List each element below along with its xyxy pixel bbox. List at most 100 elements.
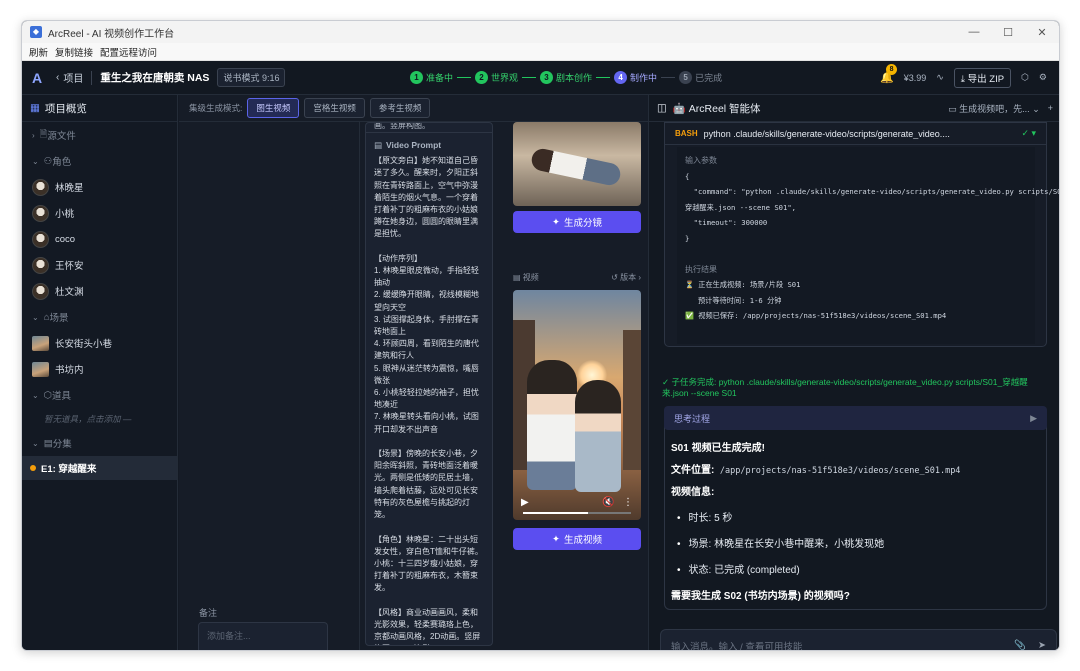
follow-up-question: 需要我生成 S02 (书坊内场景) 的视频吗? (671, 591, 850, 602)
minimize-icon[interactable]: — (957, 26, 991, 39)
episode-workspace: 集级生成模式: 图生视频 宫格生视频 参考生视频 备注 添加备注... 画。竖屏… (179, 95, 648, 650)
notes-textarea[interactable]: 添加备注... (198, 622, 328, 650)
step-number: 1 (410, 71, 423, 84)
message-icon: ▭ (948, 103, 960, 114)
sidebar-item-character[interactable]: 王怀安 (22, 252, 177, 278)
section-episodes[interactable]: ⌄ ▤ 分集 (22, 430, 177, 456)
button-label: 生成分镜 (563, 218, 602, 229)
step-connector (661, 77, 676, 78)
export-zip-button[interactable]: ⤓ 导出 ZIP (953, 67, 1012, 88)
input-params-json: { "command": "python .claude/skills/gene… (685, 171, 1059, 243)
step-label: 剧本创作 (556, 73, 593, 83)
character-name: coco (55, 233, 76, 245)
maximize-icon[interactable]: ☐ (991, 26, 1025, 39)
film-icon: ▤ (43, 437, 53, 449)
sidebar-item-scene[interactable]: 长安街头小巷 (22, 330, 177, 356)
settings-gear-icon[interactable]: ⚙ (1039, 72, 1047, 83)
film-icon: ▤ (374, 140, 383, 150)
sidebar-item-character[interactable]: 杜文渊 (22, 278, 177, 304)
expand-icon: ▶ (1030, 412, 1037, 423)
activity-icon[interactable]: ∿ (936, 72, 944, 83)
thinking-toggle[interactable]: 思考过程 ▶ (664, 406, 1047, 430)
menu-remote-access[interactable]: 配置远程访问 (100, 45, 157, 59)
storyboard-figure (529, 146, 623, 188)
panel-toggle-icon[interactable]: ◫ (657, 102, 667, 114)
video-prompt-text[interactable]: 【原文旁白】她不知道自己昏迷了多久。醒来时，夕阳正斜照在青砖路面上，空气中弥漫着… (366, 155, 492, 645)
sidebar-item-character[interactable]: coco (22, 226, 177, 252)
back-to-projects-button[interactable]: ‹ 项目 (56, 70, 83, 85)
step-number: 5 (679, 71, 693, 84)
mode-grid-to-video-button[interactable]: 宫格生视频 (304, 98, 365, 118)
segment-info-column: 备注 添加备注... (187, 122, 360, 650)
tool-call-header[interactable]: BASH python .claude/skills/generate-vide… (665, 123, 1046, 145)
button-label: 生成视频 (563, 535, 602, 546)
step-script[interactable]: 3 剧本创作 (540, 71, 592, 84)
menu-copy-link[interactable]: 复制链接 (55, 45, 93, 59)
sidebar-item-scene[interactable]: 书坊内 (22, 356, 177, 382)
sidebar-item-character[interactable]: 林晚星 (22, 174, 177, 200)
step-connector (596, 77, 611, 78)
media-column: ✦ 生成分镜 ▤ 视频 ↺ 版本 › ▶ 🔇 ⋮ ✦ 生成视频 (511, 122, 643, 650)
chat-input[interactable]: 输入消息。输入 / 查看可用技能 📎 ➤ (660, 629, 1057, 651)
more-options-icon[interactable]: ⋮ (623, 497, 633, 508)
send-icon[interactable]: ➤ (1038, 640, 1046, 650)
version-button[interactable]: ↺ 版本 › (611, 272, 641, 283)
step-number: 2 (475, 71, 489, 84)
step-label: 准备中 (426, 73, 454, 83)
video-player[interactable]: ▶ 🔇 ⋮ (513, 290, 641, 520)
generate-video-button[interactable]: ✦ 生成视频 (513, 528, 641, 550)
section-label: 场景 (49, 313, 69, 324)
session-label: 生成视频吧，先... (959, 103, 1030, 114)
video-info-label: 视频信息: (671, 487, 715, 498)
project-sidebar: ▦ 项目概览 › 🗎 源文件 ⌄ ⚇ 角色 林晚星 小桃 coco 王怀安 杜文渊 ⌄… (22, 95, 178, 650)
sidebar-item-episode[interactable]: E1: 穿越醒来 (22, 456, 177, 480)
play-icon[interactable]: ▶ (521, 497, 529, 508)
project-name: 重生之我在唐朝卖 NAS (100, 72, 210, 84)
attachment-icon[interactable]: 📎 (1014, 640, 1026, 650)
avatar (32, 204, 49, 222)
sparkle-icon: ✦ (552, 216, 560, 228)
generation-mode-bar: 集级生成模式: 图生视频 宫格生视频 参考生视频 (179, 95, 648, 122)
tool-command: python .claude/skills/generate-video/scr… (703, 128, 950, 139)
generate-storyboard-button[interactable]: ✦ 生成分镜 (513, 211, 641, 233)
video-building (623, 330, 641, 470)
section-characters[interactable]: ⌄ ⚇ 角色 (22, 148, 177, 174)
video-progress-bar[interactable] (523, 512, 631, 514)
character-name: 王怀安 (55, 261, 84, 272)
step-done[interactable]: 5 已完成 (679, 71, 722, 84)
section-label: 源文件 (47, 131, 76, 142)
cube-icon[interactable]: ⬡ (1021, 72, 1029, 83)
episode-name: E1: 穿越醒来 (41, 464, 97, 475)
mode-badge: 说书模式 9:16 (217, 68, 286, 87)
section-scenes[interactable]: ⌄ ⌂ 场景 (22, 304, 177, 330)
sidebar-item-overview[interactable]: ▦ 项目概览 (22, 95, 177, 122)
chevron-down-icon: ⌄ (32, 438, 39, 448)
arcreel-logo-icon[interactable]: A (32, 70, 50, 86)
bullet-text: 场景: 林晚星在长安小巷中醒来，小桃发现她 (688, 539, 885, 550)
scene-thumbnail (32, 335, 49, 351)
section-props[interactable]: ⌄ ⬡ 道具 (22, 382, 177, 408)
props-empty-hint[interactable]: 暂无道具，点击添加 — (22, 408, 177, 430)
new-session-plus-icon[interactable]: + (1048, 103, 1053, 113)
video-prompt-card[interactable]: 画。竖屏构图。 ▤ Video Prompt 【原文旁白】她不知道自己昏迷了多久。… (365, 122, 493, 646)
step-production[interactable]: 4 制作中 (614, 71, 657, 84)
notification-bell-icon[interactable]: 🔔 8 (880, 64, 898, 84)
mode-image-to-video-button[interactable]: 图生视频 (247, 98, 300, 118)
result-line: ✅ 视频已保存: /app/projects/nas-51f518e3/vide… (685, 311, 947, 320)
tool-tag: BASH (675, 129, 698, 138)
chat-input-placeholder: 输入消息。输入 / 查看可用技能 (671, 641, 803, 651)
step-worldview[interactable]: 2 世界观 (475, 71, 518, 84)
mute-icon[interactable]: 🔇 (602, 497, 614, 508)
step-prepare[interactable]: 1 准备中 (410, 71, 453, 84)
storyboard-image[interactable] (513, 122, 641, 206)
section-source-files[interactable]: › 🗎 源文件 (22, 122, 177, 148)
session-selector[interactable]: ▭ 生成视频吧，先... ⌄ (948, 102, 1040, 115)
avatar (32, 178, 49, 196)
robot-icon: 🤖 (672, 102, 686, 115)
menu-refresh[interactable]: 刷新 (29, 45, 48, 59)
sidebar-item-character[interactable]: 小桃 (22, 200, 177, 226)
step-connector (457, 77, 472, 78)
close-icon[interactable]: ✕ (1025, 26, 1059, 39)
notes-label: 备注 (199, 608, 218, 618)
mode-reference-to-video-button[interactable]: 参考生视频 (369, 98, 431, 118)
